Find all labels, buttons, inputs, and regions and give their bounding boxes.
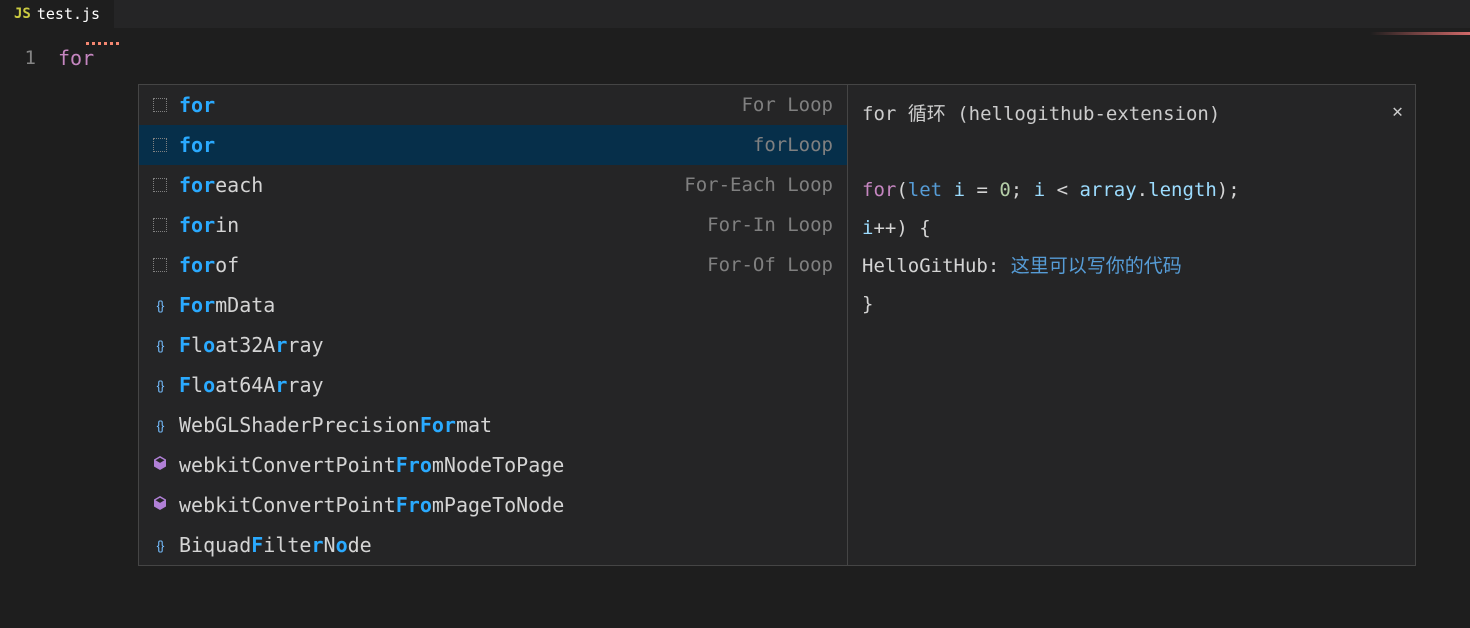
variable-icon: { }: [157, 338, 164, 353]
line-number-gutter: 1: [0, 44, 58, 72]
suggest-details-code: for(let i = 0; i < array.length); i++) {…: [862, 171, 1401, 323]
suggest-item[interactable]: forofFor-Of Loop: [139, 245, 847, 285]
tab-filename: test.js: [37, 5, 100, 23]
variable-icon: { }: [157, 418, 164, 433]
suggest-item[interactable]: forforLoop: [139, 125, 847, 165]
tab-bar: JS test.js: [0, 0, 1470, 28]
suggest-item[interactable]: { } FormData: [139, 285, 847, 325]
suggest-item[interactable]: webkitConvertPointFromNodeToPage: [139, 445, 847, 485]
file-tab[interactable]: JS test.js: [0, 0, 114, 28]
typed-text: for: [58, 46, 94, 70]
suggest-item-label: FormData: [179, 293, 837, 317]
suggest-item-description: For-In Loop: [707, 214, 837, 236]
suggest-details-panel: ✕ for 循环 (hellogithub-extension) for(let…: [848, 84, 1416, 566]
suggest-item-label: Float64Array: [179, 373, 837, 397]
variable-icon: { }: [157, 298, 164, 313]
suggest-details-title: for 循环 (hellogithub-extension): [862, 95, 1401, 133]
suggest-item[interactable]: { } WebGLShaderPrecisionFormat: [139, 405, 847, 445]
snippet-icon: [153, 138, 167, 152]
suggest-widget: forFor LoopforforLoopforeachFor-Each Loo…: [138, 84, 1416, 566]
snippet-icon: [153, 218, 167, 232]
suggest-item-label: WebGLShaderPrecisionFormat: [179, 413, 837, 437]
suggest-item[interactable]: webkitConvertPointFromPageToNode: [139, 485, 847, 525]
variable-icon: { }: [157, 538, 164, 553]
line-number: 1: [0, 44, 36, 72]
suggest-item[interactable]: foreachFor-Each Loop: [139, 165, 847, 205]
code-line[interactable]: for: [58, 44, 94, 72]
snippet-icon: [153, 258, 167, 272]
suggest-item-label: BiquadFilterNode: [179, 533, 837, 557]
suggest-item[interactable]: { } BiquadFilterNode: [139, 525, 847, 565]
suggest-item-label: for: [179, 133, 753, 157]
suggest-item[interactable]: forinFor-In Loop: [139, 205, 847, 245]
snippet-icon: [153, 178, 167, 192]
suggest-item-label: webkitConvertPointFromNodeToPage: [179, 453, 837, 477]
suggest-item-label: webkitConvertPointFromPageToNode: [179, 493, 837, 517]
suggest-item-label: for: [179, 93, 741, 117]
suggest-item-description: For Loop: [741, 94, 837, 116]
error-squiggle: [86, 42, 122, 45]
close-icon[interactable]: ✕: [1392, 93, 1403, 131]
suggest-item[interactable]: { } Float64Array: [139, 365, 847, 405]
suggest-item-label: forin: [179, 213, 707, 237]
function-icon: [152, 455, 168, 475]
suggest-item-label: Float32Array: [179, 333, 837, 357]
suggest-item-description: For-Of Loop: [707, 254, 837, 276]
suggest-list[interactable]: forFor LoopforforLoopforeachFor-Each Loo…: [138, 84, 848, 566]
suggest-item-description: forLoop: [753, 134, 837, 156]
suggest-item-label: forof: [179, 253, 707, 277]
js-file-icon: JS: [14, 6, 31, 22]
function-icon: [152, 495, 168, 515]
suggest-item-label: foreach: [179, 173, 684, 197]
variable-icon: { }: [157, 378, 164, 393]
suggest-item[interactable]: { } Float32Array: [139, 325, 847, 365]
suggest-item-description: For-Each Loop: [684, 174, 837, 196]
editor[interactable]: 1 for: [0, 28, 1470, 72]
suggest-item[interactable]: forFor Loop: [139, 85, 847, 125]
snippet-icon: [153, 98, 167, 112]
